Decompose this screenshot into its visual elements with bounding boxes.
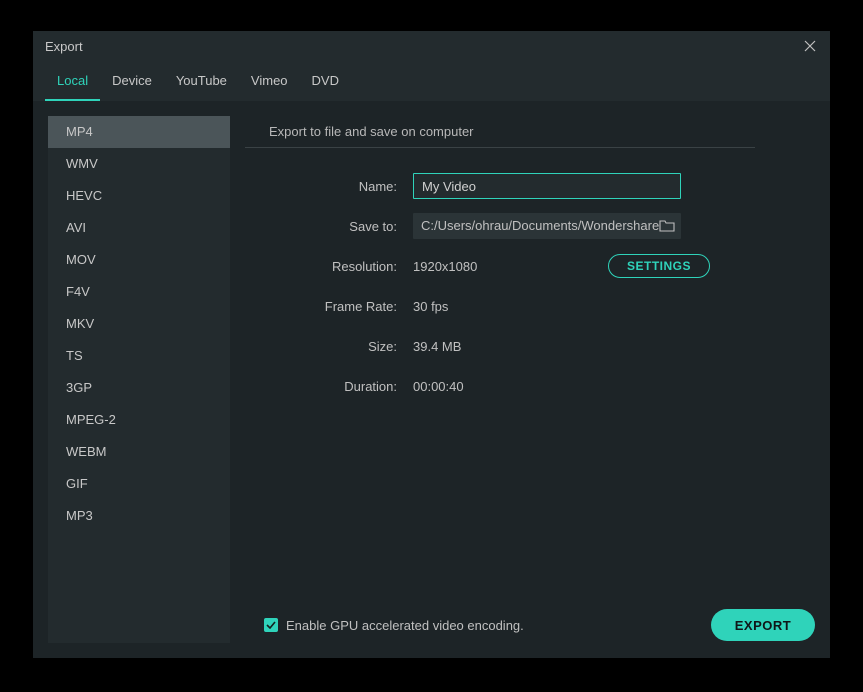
duration-label: Duration:: [245, 379, 413, 394]
resolution-value: 1920x1080: [413, 259, 477, 274]
format-avi[interactable]: AVI: [48, 212, 230, 244]
format-f4v[interactable]: F4V: [48, 276, 230, 308]
section-title: Export to file and save on computer: [245, 124, 755, 148]
gpu-checkbox-label: Enable GPU accelerated video encoding.: [286, 618, 524, 633]
format-webm[interactable]: WEBM: [48, 436, 230, 468]
row-duration: Duration: 00:00:40: [245, 366, 815, 406]
saveto-label: Save to:: [245, 219, 413, 234]
folder-icon: [659, 219, 675, 233]
format-wmv[interactable]: WMV: [48, 148, 230, 180]
tab-local[interactable]: Local: [45, 61, 100, 101]
format-ts[interactable]: TS: [48, 340, 230, 372]
saveto-value: C:/Users/ohrau/Documents/Wondershare: [421, 218, 659, 233]
tab-vimeo[interactable]: Vimeo: [239, 61, 300, 101]
format-hevc[interactable]: HEVC: [48, 180, 230, 212]
row-framerate: Frame Rate: 30 fps: [245, 286, 815, 326]
tabs: Local Device YouTube Vimeo DVD: [33, 61, 830, 101]
tab-youtube[interactable]: YouTube: [164, 61, 239, 101]
format-mov[interactable]: MOV: [48, 244, 230, 276]
size-value: 39.4 MB: [413, 339, 461, 354]
settings-button[interactable]: SETTINGS: [608, 254, 710, 278]
form-rows: Name: Save to: C:/Users/ohrau/Documents/…: [245, 166, 815, 406]
row-name: Name:: [245, 166, 815, 206]
window-title: Export: [45, 39, 83, 54]
titlebar: Export: [33, 31, 830, 61]
gpu-checkbox[interactable]: Enable GPU accelerated video encoding.: [264, 618, 524, 633]
format-mpeg2[interactable]: MPEG-2: [48, 404, 230, 436]
framerate-label: Frame Rate:: [245, 299, 413, 314]
resolution-label: Resolution:: [245, 259, 413, 274]
row-saveto: Save to: C:/Users/ohrau/Documents/Wonder…: [245, 206, 815, 246]
row-resolution: Resolution: 1920x1080 SETTINGS: [245, 246, 815, 286]
format-list: MP4 WMV HEVC AVI MOV F4V MKV TS 3GP MPEG…: [48, 116, 230, 643]
tab-dvd[interactable]: DVD: [300, 61, 351, 101]
checkbox-box: [264, 618, 278, 632]
name-label: Name:: [245, 179, 413, 194]
saveto-path[interactable]: C:/Users/ohrau/Documents/Wondershare: [413, 213, 681, 239]
tab-device[interactable]: Device: [100, 61, 164, 101]
format-3gp[interactable]: 3GP: [48, 372, 230, 404]
format-mp3[interactable]: MP3: [48, 500, 230, 532]
close-icon: [804, 40, 816, 52]
footer: Enable GPU accelerated video encoding. E…: [48, 607, 815, 643]
main-panel: Export to file and save on computer Name…: [245, 116, 815, 643]
framerate-value: 30 fps: [413, 299, 448, 314]
duration-value: 00:00:40: [413, 379, 464, 394]
format-mp4[interactable]: MP4: [48, 116, 230, 148]
format-gif[interactable]: GIF: [48, 468, 230, 500]
close-button[interactable]: [802, 38, 818, 54]
size-label: Size:: [245, 339, 413, 354]
dialog-body: MP4 WMV HEVC AVI MOV F4V MKV TS 3GP MPEG…: [33, 101, 830, 658]
name-input[interactable]: [413, 173, 681, 199]
format-mkv[interactable]: MKV: [48, 308, 230, 340]
row-size: Size: 39.4 MB: [245, 326, 815, 366]
export-dialog: Export Local Device YouTube Vimeo DVD MP…: [33, 31, 830, 658]
export-button[interactable]: EXPORT: [711, 609, 815, 641]
check-icon: [266, 621, 276, 629]
